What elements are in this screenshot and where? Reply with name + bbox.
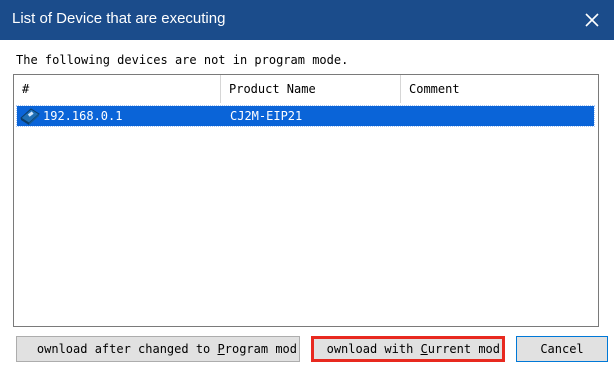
list-row[interactable]: 192.168.0.1 CJ2M-EIP21	[16, 105, 595, 127]
download-after-change-to-program-mode-button[interactable]: ownload after changed to Program mod	[16, 336, 300, 362]
info-message: The following devices are not in program…	[16, 53, 349, 67]
product-name-cell: CJ2M-EIP21	[230, 109, 303, 123]
device-address-cell: 192.168.0.1	[19, 106, 122, 126]
device-address: 192.168.0.1	[43, 109, 123, 123]
cancel-button[interactable]: Cancel	[516, 336, 608, 362]
list-header: # Product Name Comment	[14, 75, 598, 103]
device-list[interactable]: # Product Name Comment 192.168.0.1 CJ2M-…	[13, 74, 599, 327]
column-header-number[interactable]: #	[14, 75, 221, 103]
close-icon[interactable]	[570, 0, 614, 40]
column-header-product-name[interactable]: Product Name	[221, 75, 401, 103]
plc-device-icon	[19, 107, 41, 125]
title-bar: List of Device that are executing	[0, 0, 614, 40]
column-header-comment[interactable]: Comment	[401, 75, 599, 103]
window-title: List of Device that are executing	[12, 10, 226, 27]
download-with-current-mode-button[interactable]: ownload with Current mod	[311, 336, 505, 362]
